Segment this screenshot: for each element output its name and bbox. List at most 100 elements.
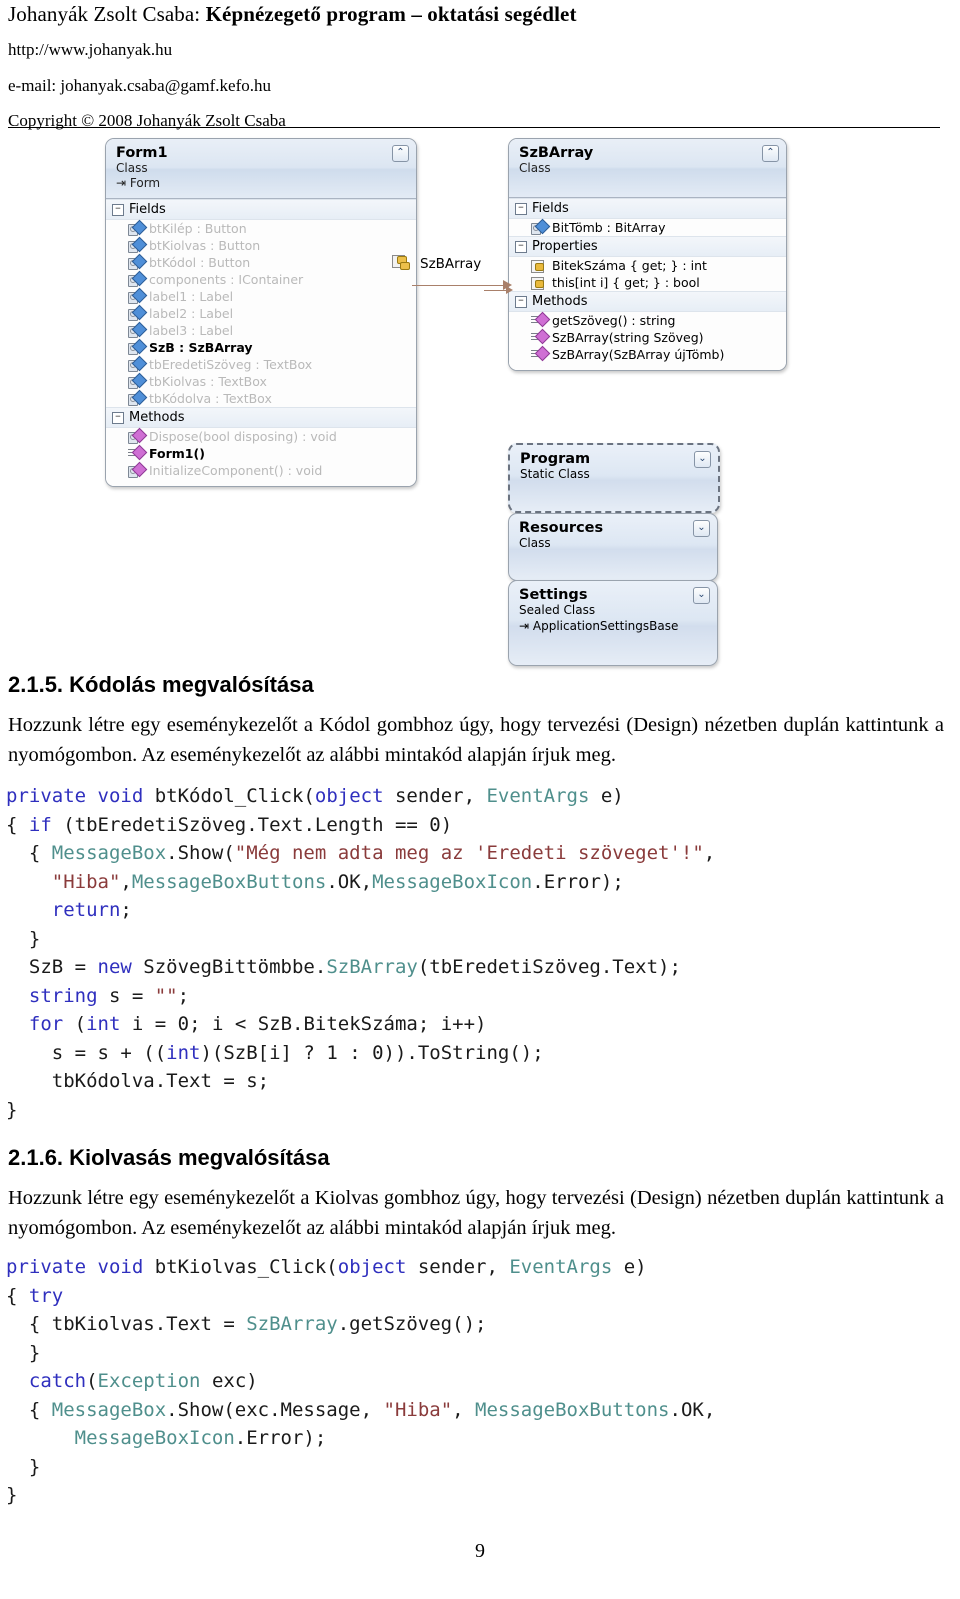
field-icon	[128, 287, 148, 305]
class-member[interactable]: SzB : SzBArray	[106, 338, 416, 356]
class-member[interactable]: BitTömb : BitArray	[509, 218, 786, 236]
member-group-header[interactable]: − Fields	[509, 198, 786, 220]
class-member-label: Dispose(bool disposing) : void	[149, 429, 337, 445]
code-token: MessageBoxIcon	[74, 1427, 235, 1449]
collapse-minus-icon[interactable]: −	[112, 411, 124, 424]
class-member[interactable]: label2 : Label	[106, 304, 416, 322]
class-member-label: tbEredetiSzöveg : TextBox	[149, 357, 313, 373]
class-box-form1[interactable]: Form1 Class ⇥ Form ⌃ − Fields btKilép : Bu…	[105, 138, 417, 488]
code-line: private void btKódol_Click(object sender…	[6, 785, 624, 807]
class-member[interactable]: this[int i] { get; } : bool	[509, 274, 786, 291]
association-arrowhead-secondary-icon	[506, 286, 513, 294]
class-member[interactable]: label3 : Label	[106, 321, 416, 339]
code-token: int	[166, 1041, 201, 1064]
class-member[interactable]: btKilép : Button	[106, 219, 416, 237]
class-member-label: components : IContainer	[149, 272, 304, 288]
section-paragraph-216: Hozzunk létre egy eseménykezelőt a Kiolv…	[8, 1187, 944, 1239]
class-member[interactable]: btKódol : Button	[106, 253, 416, 271]
member-group-header[interactable]: − Methods	[509, 291, 786, 313]
class-member-label: this[int i] { get; } : bool	[552, 275, 700, 291]
code-token: MessageBoxButtons	[131, 870, 327, 893]
code-token: if	[28, 813, 52, 836]
member-group-label: Properties	[532, 239, 598, 255]
class-kind: Class	[519, 161, 551, 176]
method-private-icon	[128, 427, 148, 445]
class-member-label: InitializeComponent() : void	[149, 463, 323, 479]
class-member[interactable]: InitializeComponent() : void	[106, 461, 416, 479]
class-member[interactable]: SzBArray(SzBArray újTömb)	[509, 345, 786, 363]
class-member-label: btKiolvas : Button	[149, 238, 261, 254]
method-private-icon	[128, 461, 148, 479]
code-line: }	[6, 1484, 18, 1506]
inherit-arrow-icon: ⇥	[519, 618, 530, 633]
code-token: "Még nem adta meg az 'Eredeti szöveget'!…	[234, 842, 704, 864]
code-token: ""	[154, 984, 178, 1007]
class-member[interactable]: btKiolvas : Button	[106, 236, 416, 254]
section-paragraph-215: Hozzunk létre egy eseménykezelőt a Kódol…	[8, 714, 944, 766]
property-icon	[531, 259, 546, 274]
author-url: http://www.johanyak.hu	[8, 40, 173, 59]
expand-chevron-icon[interactable]: ⌄	[693, 520, 710, 537]
class-member[interactable]: getSzöveg() : string	[509, 311, 786, 329]
code-line: return;	[51, 899, 132, 921]
member-group-header[interactable]: − Methods	[106, 407, 416, 429]
class-member[interactable]: BitekSzáma { get; } : int	[509, 257, 786, 274]
section-heading-216: 2.1.6. Kiolvasás megvalósítása	[8, 1145, 330, 1170]
page-number: 9	[475, 1540, 485, 1562]
code-token: MessageBox	[51, 842, 167, 864]
code-token: object	[314, 785, 384, 807]
collapse-minus-icon[interactable]: −	[515, 240, 527, 253]
member-group-header[interactable]: − Fields	[106, 199, 416, 221]
collapse-chevron-icon[interactable]: ⌃	[762, 145, 779, 162]
class-member-label: SzBArray(SzBArray újTömb)	[552, 347, 725, 363]
code-line: for (int i = 0; i < SzB.BitekSzáma; i++)	[28, 1013, 487, 1035]
class-member-label: SzB : SzBArray	[149, 340, 253, 356]
class-member[interactable]: SzBArray(string Szöveg)	[509, 328, 786, 346]
collapsed-class-box-resources[interactable]: Resources Class ⌄	[508, 513, 718, 581]
class-base: ⇥ Form	[116, 176, 408, 191]
class-member[interactable]: tbKiolvas : TextBox	[106, 372, 416, 390]
field-icon	[128, 270, 148, 288]
collapse-minus-icon[interactable]: −	[112, 203, 124, 216]
class-member[interactable]: tbKódolva : TextBox	[106, 389, 416, 407]
member-group-header[interactable]: − Properties	[509, 236, 786, 258]
title-main: Képnézegető program – oktatási segédlet	[205, 2, 577, 26]
code-token: private void	[6, 1256, 155, 1278]
code-line: string s = "";	[28, 984, 190, 1007]
class-member-label: SzBArray(string Szöveg)	[552, 330, 704, 346]
expand-chevron-icon[interactable]: ⌄	[694, 451, 711, 468]
code-line: }	[6, 1098, 18, 1121]
code-token: MessageBoxButtons	[475, 1398, 670, 1421]
code-token: int	[86, 1013, 121, 1035]
collapsed-class-box-settings[interactable]: Settings Sealed Class ⇥ ApplicationSetting…	[508, 580, 718, 666]
field-icon	[128, 304, 148, 322]
code-token: "Hiba"	[51, 870, 121, 893]
collapse-minus-icon[interactable]: −	[515, 295, 527, 308]
expand-chevron-icon[interactable]: ⌄	[693, 587, 710, 604]
class-base-label: Form	[129, 176, 161, 191]
collapse-minus-icon[interactable]: −	[515, 202, 527, 215]
class-member[interactable]: tbEredetiSzöveg : TextBox	[106, 355, 416, 373]
class-member[interactable]: label1 : Label	[106, 287, 416, 305]
class-member[interactable]: Form1()	[106, 444, 416, 462]
method-public-icon	[531, 328, 551, 345]
class-box-form1-body: − Fields btKilép : Button btKiolvas : Butto…	[106, 199, 416, 487]
code-line: tbKódolva.Text = s;	[6, 1070, 270, 1092]
code-line: { try	[6, 1284, 64, 1307]
method-public-icon	[531, 345, 551, 362]
code-token: private void	[6, 785, 155, 807]
collapsed-class-box-program[interactable]: Program Static Class ⌄	[508, 443, 720, 513]
member-group-label: Fields	[532, 201, 569, 217]
class-member[interactable]: Dispose(bool disposing) : void	[106, 427, 416, 445]
class-member[interactable]: components : IContainer	[106, 270, 416, 288]
author-email: e-mail: johanyak.csaba@gamf.kefo.hu	[8, 76, 272, 95]
class-kind: Sealed Class	[519, 603, 596, 618]
section-heading-215: 2.1.5. Kódolás megvalósítása	[8, 672, 314, 697]
class-member-label: tbKódolva : TextBox	[149, 391, 272, 407]
class-member-label: btKódol : Button	[149, 255, 251, 271]
code-token: SzBArray	[246, 1313, 338, 1335]
code-line: private void btKiolvas_Click(object send…	[6, 1256, 647, 1278]
copyright-line: Copyright © 2008 Johanyák Zsolt Csaba	[8, 111, 286, 130]
collapse-chevron-icon[interactable]: ⌃	[392, 145, 409, 162]
class-box-szbarray[interactable]: SzBArray Class ⌃ − Fields BitTömb : BitArr…	[508, 138, 787, 372]
